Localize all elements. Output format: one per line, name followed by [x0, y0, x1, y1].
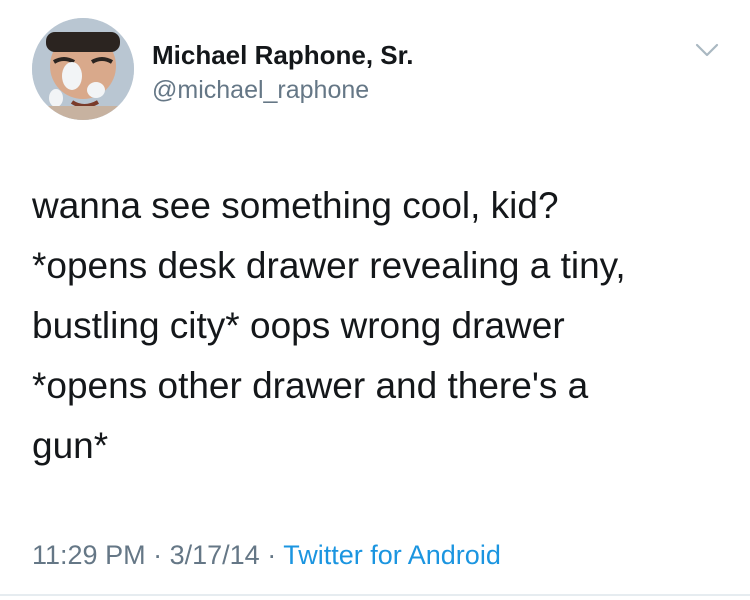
tweet-time[interactable]: 11:29 PM: [32, 540, 146, 570]
user-avatar-icon: [32, 18, 134, 120]
tweet-date[interactable]: 3/17/14: [170, 540, 260, 570]
tweet-text: wanna see something cool, kid? *opens de…: [32, 185, 626, 466]
author-handle[interactable]: @michael_raphone: [152, 76, 369, 105]
meta-separator: ·: [267, 540, 277, 570]
tweet-metadata: 11:29 PM · 3/17/14 · Twitter for Android: [32, 540, 501, 571]
chevron-down-icon: [695, 43, 719, 57]
divider: [0, 594, 750, 596]
tweet-source-link[interactable]: Twitter for Android: [283, 540, 501, 570]
tweet-card: Michael Raphone, Sr. @michael_raphone wa…: [0, 0, 750, 600]
meta-separator: ·: [153, 540, 163, 570]
author-display-name[interactable]: Michael Raphone, Sr.: [152, 40, 414, 71]
tweet-menu-button[interactable]: [694, 40, 720, 60]
author-avatar[interactable]: [32, 18, 134, 120]
